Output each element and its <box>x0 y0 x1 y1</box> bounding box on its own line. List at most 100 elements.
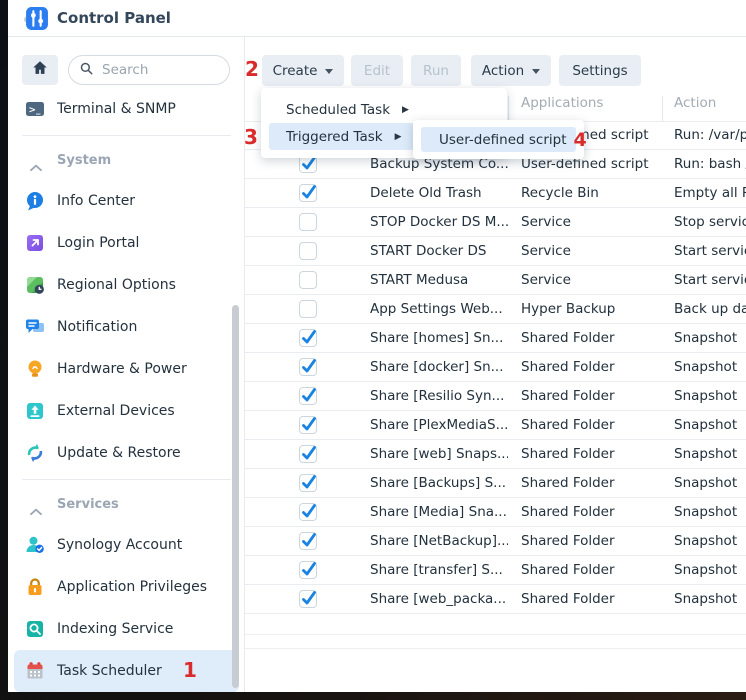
action-cell: Snapshot <box>674 411 746 440</box>
table-row[interactable]: Share [web] Snaps...Shared FolderSnapsho… <box>245 440 746 469</box>
empty-row-line <box>245 634 746 635</box>
table-row[interactable]: Share [docker] Sn...Shared FolderSnapsho… <box>245 353 746 382</box>
column-header-action[interactable]: Action <box>674 95 716 111</box>
checkbox-checked[interactable] <box>299 358 317 376</box>
table-row[interactable]: Share [NetBackup]...Shared FolderSnapsho… <box>245 527 746 556</box>
annotation-3: 3 <box>245 127 258 148</box>
run-button[interactable]: Run <box>411 55 461 86</box>
sidebar-group-services[interactable]: Services <box>8 485 245 524</box>
home-button[interactable] <box>22 55 58 85</box>
checkbox-checked[interactable] <box>299 329 317 347</box>
sidebar-item-task-scheduler[interactable]: Task Scheduler1 <box>14 650 239 692</box>
application-cell: Shared Folder <box>521 556 661 585</box>
table-row[interactable]: Share [transfer] S...Shared FolderSnapsh… <box>245 556 746 585</box>
sidebar-item-label: Task Scheduler <box>57 663 162 679</box>
search-icon <box>79 61 94 80</box>
column-header-applications[interactable]: Applications <box>521 95 603 111</box>
task-table: User-defined scriptRun: /var/pBackup Sys… <box>245 121 746 614</box>
sidebar-item-update-restore[interactable]: Update & Restore <box>14 432 239 474</box>
action-cell: Snapshot <box>674 556 746 585</box>
table-row[interactable]: Delete Old TrashRecycle BinEmpty all R <box>245 179 746 208</box>
sidebar-item-label: Indexing Service <box>57 621 173 637</box>
action-cell: Run: /var/p <box>674 121 746 150</box>
chevron-down-icon <box>532 69 540 74</box>
search-box[interactable] <box>68 55 230 85</box>
checkbox-checked[interactable] <box>299 416 317 434</box>
menu-item-user-defined-script[interactable]: User-defined script 4 <box>421 127 576 152</box>
action-cell: Stop servic <box>674 208 746 237</box>
task-name-cell: START Medusa <box>370 266 508 295</box>
sidebar-item-indexing-service[interactable]: Indexing Service <box>14 608 239 650</box>
checkbox-unchecked[interactable] <box>299 271 317 289</box>
application-cell: Recycle Bin <box>521 179 661 208</box>
table-row[interactable]: Share [homes] Sn...Shared FolderSnapshot <box>245 324 746 353</box>
sidebar-item-info-center[interactable]: Info Center <box>14 180 239 222</box>
checkbox-checked[interactable] <box>299 561 317 579</box>
sidebar-item-notification[interactable]: Notification <box>14 306 239 348</box>
column-separator <box>662 96 663 121</box>
annotation-4: 4 <box>574 129 587 151</box>
sidebar-divider <box>22 479 231 480</box>
submenu-arrow-icon: ▶ <box>395 132 402 142</box>
application-cell: Shared Folder <box>521 498 661 527</box>
action-button[interactable]: Action <box>471 55 551 86</box>
chevron-up-icon <box>30 501 42 509</box>
menu-item-scheduled-task[interactable]: Scheduled Task▶ <box>269 96 499 123</box>
checkbox-checked[interactable] <box>299 445 317 463</box>
application-cell: Shared Folder <box>521 353 661 382</box>
action-cell: Snapshot <box>674 585 746 614</box>
home-icon <box>31 59 49 81</box>
checkbox-checked[interactable] <box>299 590 317 608</box>
table-row[interactable]: Share [Media] Sna...Shared FolderSnapsho… <box>245 498 746 527</box>
checkbox-checked[interactable] <box>299 532 317 550</box>
application-cell: Shared Folder <box>521 469 661 498</box>
sidebar-item-external-devices[interactable]: External Devices <box>14 390 239 432</box>
table-row[interactable]: START Docker DSServiceStart servic <box>245 237 746 266</box>
checkbox-unchecked[interactable] <box>299 213 317 231</box>
table-row[interactable]: Share [Backups] S...Shared FolderSnapsho… <box>245 469 746 498</box>
search-input[interactable] <box>102 62 217 78</box>
sidebar-scrollbar-thumb[interactable] <box>232 305 239 688</box>
task-name-cell: Share [Backups] S... <box>370 469 508 498</box>
window-title: Control Panel <box>57 0 171 37</box>
checkbox-unchecked[interactable] <box>299 242 317 260</box>
indexing-service-icon <box>25 619 45 639</box>
sidebar-item-terminal-snmp[interactable]: >_Terminal & SNMP <box>14 88 239 130</box>
application-cell: Service <box>521 266 661 295</box>
sidebar-item-regional-options[interactable]: Regional Options <box>14 264 239 306</box>
table-row[interactable]: Share [web_packa...Shared FolderSnapshot <box>245 585 746 614</box>
sidebar: >_Terminal & SNMP SystemInfo CenterLogin … <box>8 37 245 692</box>
table-row[interactable]: Share [PlexMediaS...Shared FolderSnapsho… <box>245 411 746 440</box>
sidebar-item-application-privileges[interactable]: Application Privileges <box>14 566 239 608</box>
sidebar-item-label: Hardware & Power <box>57 361 187 377</box>
create-button[interactable]: Create <box>262 55 344 86</box>
edit-button[interactable]: Edit <box>351 55 403 86</box>
application-cell: Shared Folder <box>521 527 661 556</box>
settings-button[interactable]: Settings <box>559 55 641 86</box>
table-row[interactable]: App Settings Web...Hyper BackupBack up d… <box>245 295 746 324</box>
triggered-task-submenu: User-defined script 4 <box>413 120 584 159</box>
checkbox-checked[interactable] <box>299 184 317 202</box>
table-row[interactable]: STOP Docker DS M...ServiceStop servic <box>245 208 746 237</box>
sidebar-item-hardware-power[interactable]: Hardware & Power <box>14 348 239 390</box>
regional-options-icon <box>25 275 45 295</box>
checkbox-checked[interactable] <box>299 474 317 492</box>
control-panel-icon <box>24 6 49 31</box>
sidebar-group-system[interactable]: System <box>8 141 245 180</box>
checkbox-checked[interactable] <box>299 503 317 521</box>
task-name-cell: Delete Old Trash <box>370 179 508 208</box>
table-row[interactable]: Share [Resilio Syn...Shared FolderSnapsh… <box>245 382 746 411</box>
sidebar-item-synology-account[interactable]: Synology Account <box>14 524 239 566</box>
checkbox-unchecked[interactable] <box>299 300 317 318</box>
sidebar-item-label: Notification <box>57 319 137 335</box>
task-name-cell: Share [docker] Sn... <box>370 353 508 382</box>
table-row[interactable]: START MedusaServiceStart servic <box>245 266 746 295</box>
sidebar-item-login-portal[interactable]: Login Portal <box>14 222 239 264</box>
checkbox-checked[interactable] <box>299 387 317 405</box>
action-cell: Snapshot <box>674 527 746 556</box>
control-panel-window: Control Panel >_T <box>8 0 746 692</box>
main-content: Create Edit Run Action Settings Applicat… <box>245 37 746 692</box>
task-name-cell: Share [Resilio Syn... <box>370 382 508 411</box>
annotation-2: 2 <box>245 59 259 80</box>
submenu-arrow-icon: ▶ <box>402 105 409 115</box>
